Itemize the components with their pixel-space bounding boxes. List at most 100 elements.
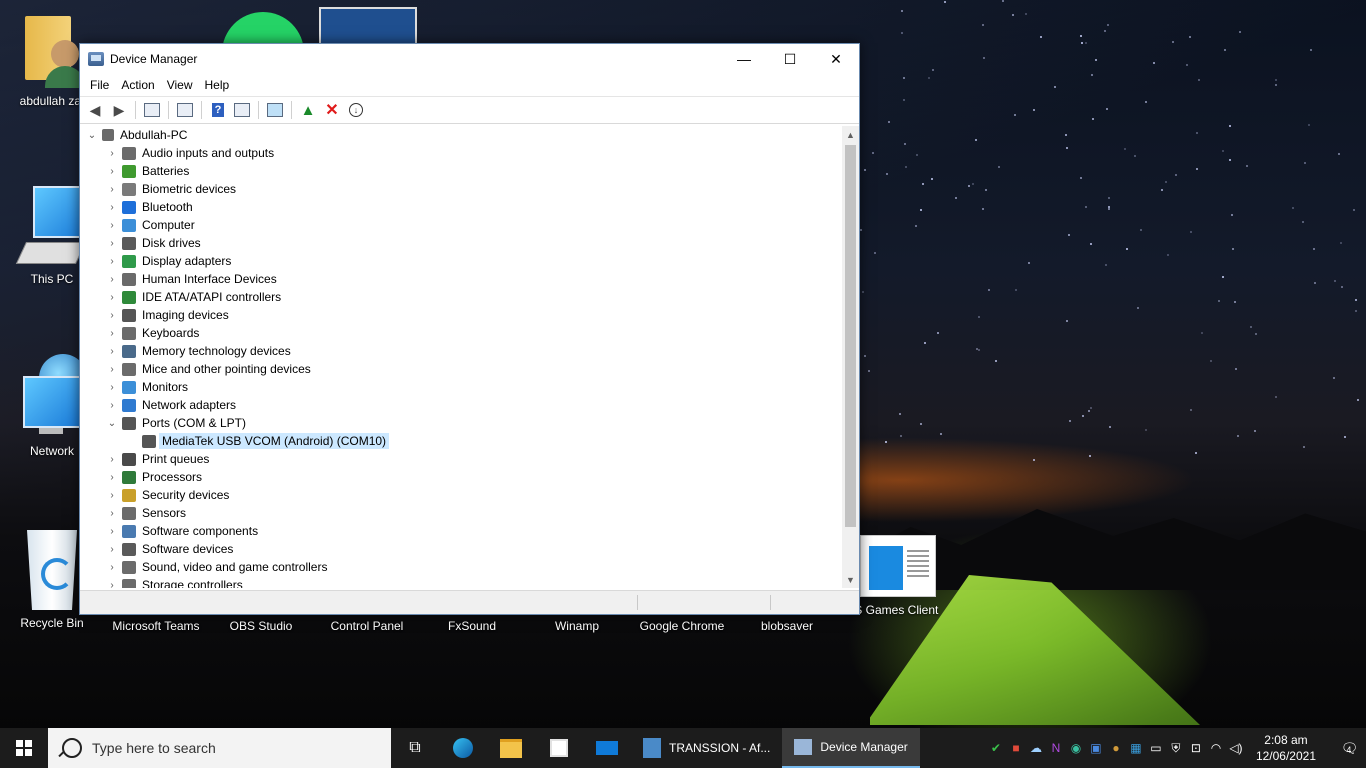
chevron-right-icon[interactable]: › [106, 454, 118, 465]
chevron-right-icon[interactable]: › [106, 490, 118, 501]
chevron-right-icon[interactable]: › [106, 562, 118, 573]
device-category[interactable]: › Disk drives [80, 234, 842, 252]
device-category[interactable]: › Keyboards [80, 324, 842, 342]
list-icon[interactable] [174, 99, 196, 121]
chevron-right-icon[interactable]: › [106, 238, 118, 249]
globe-icon[interactable]: ◉ [1066, 728, 1086, 768]
chevron-right-icon[interactable]: › [106, 292, 118, 303]
chevron-right-icon[interactable]: › [106, 274, 118, 285]
notification-center-button[interactable]: 🗨 4 [1326, 740, 1366, 757]
chevron-right-icon[interactable]: › [106, 220, 118, 231]
tool-icon[interactable]: ■ [1006, 728, 1026, 768]
clock[interactable]: 2:08 am 12/06/2021 [1246, 732, 1326, 764]
taskbar-search[interactable]: Type here to search [48, 728, 391, 768]
taskbar-app-device-manager[interactable]: Device Manager [782, 728, 920, 768]
desktop-icon-blobsaver[interactable]: blobsaver [739, 619, 835, 633]
mail-tray-icon[interactable]: ● [1106, 728, 1126, 768]
desktop-icon-teams[interactable]: Microsoft Teams [108, 619, 204, 633]
chevron-right-icon[interactable]: › [106, 400, 118, 411]
cloud-icon[interactable]: ☁ [1026, 728, 1046, 768]
device-category[interactable]: › Bluetooth [80, 198, 842, 216]
device-category[interactable]: › Software devices [80, 540, 842, 558]
uninstall-icon[interactable]: ✕ [321, 99, 343, 121]
desktop-icon-fxsound[interactable]: FxSound [424, 619, 520, 633]
scroll-up-arrow-icon[interactable]: ▲ [842, 126, 859, 143]
mail-icon[interactable] [583, 728, 631, 768]
security-icon[interactable]: ⛨ [1166, 728, 1186, 768]
chevron-right-icon[interactable]: › [106, 256, 118, 267]
device-category[interactable]: › Human Interface Devices [80, 270, 842, 288]
device-category[interactable]: › Batteries [80, 162, 842, 180]
device-category[interactable]: › Print queues [80, 450, 842, 468]
chevron-right-icon[interactable]: › [106, 472, 118, 483]
device-category[interactable]: › Monitors [80, 378, 842, 396]
device-category[interactable]: › Security devices [80, 486, 842, 504]
task-view-icon[interactable]: ⧉ [391, 728, 439, 768]
device-category[interactable]: › Display adapters [80, 252, 842, 270]
device-category[interactable]: › Biometric devices [80, 180, 842, 198]
device-category[interactable]: › Software components [80, 522, 842, 540]
chevron-down-icon[interactable]: ⌄ [86, 130, 98, 141]
device-category[interactable]: › Audio inputs and outputs [80, 144, 842, 162]
chevron-right-icon[interactable]: › [106, 202, 118, 213]
app-icon[interactable]: ▣ [1086, 728, 1106, 768]
menu-view[interactable]: View [161, 78, 199, 92]
maximize-button[interactable]: ☐ [767, 44, 813, 74]
desktop-icon-chrome[interactable]: Google Chrome [634, 619, 730, 633]
close-button[interactable]: ✕ [813, 44, 859, 74]
device-category[interactable]: › Storage controllers [80, 576, 842, 588]
chevron-right-icon[interactable]: › [106, 328, 118, 339]
help-icon[interactable]: ? [207, 99, 229, 121]
tree-root[interactable]: ⌄ Abdullah-PC [80, 126, 842, 144]
start-button[interactable] [0, 728, 48, 768]
device-category[interactable]: › Processors [80, 468, 842, 486]
chevron-right-icon[interactable]: › [106, 508, 118, 519]
chevron-right-icon[interactable]: › [106, 166, 118, 177]
desktop-icon-control-panel[interactable]: Control Panel [319, 619, 415, 633]
device-category[interactable]: › Computer [80, 216, 842, 234]
chevron-down-icon[interactable]: ⌄ [106, 418, 118, 429]
file-explorer-icon[interactable] [487, 728, 535, 768]
forward-arrow-icon[interactable]: ▶ [108, 99, 130, 121]
edge-icon[interactable] [439, 728, 487, 768]
back-arrow-icon[interactable]: ◀ [84, 99, 106, 121]
chevron-right-icon[interactable]: › [106, 364, 118, 375]
chevron-right-icon[interactable]: › [106, 346, 118, 357]
title-bar[interactable]: Device Manager — ☐ ✕ [80, 44, 859, 74]
scrollbar-thumb[interactable] [845, 145, 856, 527]
vertical-scrollbar[interactable]: ▲ ▼ [842, 126, 859, 588]
volume-icon[interactable]: ◁) [1226, 728, 1246, 768]
device-category[interactable]: › Network adapters [80, 396, 842, 414]
onenote-icon[interactable]: N [1046, 728, 1066, 768]
view-icon[interactable] [231, 99, 253, 121]
device-category[interactable]: › Sensors [80, 504, 842, 522]
store-icon[interactable] [535, 728, 583, 768]
wifi-icon[interactable]: ◠ [1206, 728, 1226, 768]
download-icon[interactable]: ↓ [345, 99, 367, 121]
taskbar-app-transsion[interactable]: TRANSSION - Af... [631, 728, 782, 768]
device-category[interactable]: › Imaging devices [80, 306, 842, 324]
menu-help[interactable]: Help [199, 78, 236, 92]
chevron-right-icon[interactable]: › [106, 544, 118, 555]
chevron-right-icon[interactable]: › [106, 310, 118, 321]
chevron-right-icon[interactable]: › [106, 580, 118, 589]
network-tray-icon[interactable]: ▦ [1126, 728, 1146, 768]
chevron-right-icon[interactable]: › [106, 382, 118, 393]
scroll-down-arrow-icon[interactable]: ▼ [842, 571, 859, 588]
device-category[interactable]: › Sound, video and game controllers [80, 558, 842, 576]
menu-action[interactable]: Action [115, 78, 160, 92]
network-icon[interactable]: ⊡ [1186, 728, 1206, 768]
device-category[interactable]: › IDE ATA/ATAPI controllers [80, 288, 842, 306]
display-icon[interactable]: ▭ [1146, 728, 1166, 768]
update-driver-icon[interactable]: ▲ [297, 99, 319, 121]
chevron-right-icon[interactable]: › [106, 526, 118, 537]
monitor-icon[interactable] [264, 99, 286, 121]
menu-file[interactable]: File [84, 78, 115, 92]
chevron-right-icon[interactable]: › [106, 148, 118, 159]
shield-check-icon[interactable]: ✔ [986, 728, 1006, 768]
device-category[interactable]: › Memory technology devices [80, 342, 842, 360]
desktop-icon-winamp[interactable]: Winamp [529, 619, 625, 633]
properties-icon[interactable] [141, 99, 163, 121]
device-category[interactable]: › Mice and other pointing devices [80, 360, 842, 378]
minimize-button[interactable]: — [721, 44, 767, 74]
